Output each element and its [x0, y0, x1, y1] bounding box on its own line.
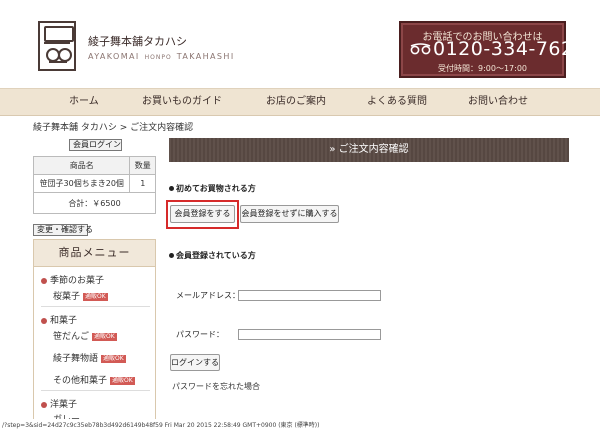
menu-divider — [41, 390, 150, 391]
nav-item-contact[interactable]: お問い合わせ — [468, 89, 528, 115]
menu-category-wagashi[interactable]: 和菓子 — [41, 313, 77, 326]
phone-handset-icon — [410, 43, 431, 55]
register-member-button[interactable]: 会員登録をする — [170, 205, 235, 223]
bullet-icon — [41, 317, 47, 324]
first-time-section-label: 初めてお買物される方 — [169, 183, 256, 194]
phone-number: 0120-334-762 — [433, 38, 574, 60]
browser-status-bar: /?step=3&sid=24d27c9c35eb78b3d492d6149b4… — [0, 419, 600, 431]
nav-item-home[interactable]: ホーム — [69, 89, 99, 115]
cart-item-qty: 1 — [129, 174, 156, 193]
global-nav: ホーム お買いものガイド お店のご案内 よくある質問 お問い合わせ — [0, 88, 600, 116]
menu-category-yogashi[interactable]: 洋菓子 — [41, 397, 77, 410]
cart-total-row: 合計：￥6500 — [33, 192, 156, 214]
site-name-roman: AYAKOMAI HONPO TAKAHASHI — [88, 52, 235, 61]
menu-item-sakura[interactable]: 桜菓子 通販OK — [53, 289, 108, 302]
shop-seal-logo[interactable] — [38, 21, 76, 71]
bullet-icon — [169, 253, 174, 258]
cart-total: 合計：￥6500 — [33, 192, 156, 214]
sidebar-login-button[interactable]: 会員ログイン — [69, 139, 122, 151]
product-menu-header: 商品メニュー — [33, 239, 156, 267]
password-label: パスワード： — [176, 330, 224, 339]
email-label: メールアドレス： — [176, 291, 240, 300]
nav-item-shopping-guide[interactable]: お買いものガイド — [142, 89, 222, 115]
roman-ayakomai: AYAKOMAI — [88, 52, 140, 61]
mail-order-badge: 通販OK — [110, 376, 135, 385]
mail-order-badge: 通販OK — [92, 332, 117, 341]
cart-col-name: 商品名 — [32, 156, 131, 175]
password-field[interactable] — [238, 329, 381, 340]
menu-item-label: その他和菓子 — [53, 376, 108, 386]
bullet-icon — [41, 277, 47, 284]
cart-item-name: 笹団子30個ちまき20個 — [32, 174, 131, 193]
cart-table: 商品名 数量 笹団子30個ちまき20個 1 合計：￥6500 — [32, 156, 156, 214]
mail-order-badge: 通販OK — [83, 292, 108, 301]
table-row: 笹団子30個ちまき20個 1 — [32, 174, 156, 193]
cart-col-qty: 数量 — [129, 156, 156, 175]
phone-hours: 受付時間：9:00～17:00 — [437, 64, 528, 73]
page-title: » ご注文内容確認 — [329, 144, 409, 155]
menu-item-other-wagashi[interactable]: その他和菓子 通販OK — [53, 373, 135, 386]
menu-item-label: 綾子舞物語 — [53, 354, 99, 364]
breadcrumb: 綾子舞本舗 タカハシ > ご注文内容確認 — [33, 123, 194, 133]
menu-item-label: 桜菓子 — [53, 292, 81, 302]
page-title-bar: » ご注文内容確認 — [169, 138, 569, 162]
product-menu: 季節のお菓子 桜菓子 通販OK 和菓子 笹だんご 通販OK 綾子舞物語 通販OK その… — [33, 267, 156, 431]
site-header: 綾子舞本舗タカハシ AYAKOMAI HONPO TAKAHASHI お電話でのお問… — [0, 0, 600, 88]
roman-takahashi: TAKAHASHI — [176, 52, 235, 61]
guest-purchase-button[interactable]: 会員登録をせずに購入する — [240, 205, 339, 223]
mail-order-badge: 通販OK — [101, 354, 126, 363]
member-section-label: 会員登録されている方 — [169, 250, 256, 261]
site-name[interactable]: 綾子舞本舗タカハシ — [88, 33, 187, 49]
status-url-text: /?step=3&sid=24d27c9c35eb78b3d492d6149b4… — [2, 422, 320, 429]
member-label-text: 会員登録されている方 — [176, 251, 256, 260]
menu-item-sasadango[interactable]: 笹だんご 通販OK — [53, 329, 117, 342]
menu-item-ayakomai-monogatari[interactable]: 綾子舞物語 通販OK — [53, 351, 126, 364]
nav-item-store-info[interactable]: お店のご案内 — [266, 89, 326, 115]
menu-category-label: 季節のお菓子 — [50, 276, 105, 286]
login-button[interactable]: ログインする — [170, 354, 220, 371]
first-time-label-text: 初めてお買物される方 — [176, 184, 256, 193]
email-field[interactable] — [238, 290, 381, 301]
roman-honpo: HONPO — [144, 54, 172, 61]
menu-category-label: 洋菓子 — [50, 400, 78, 410]
cart-change-button[interactable]: 変更・確認する — [33, 224, 93, 236]
bullet-icon — [169, 186, 174, 191]
menu-category-seasonal[interactable]: 季節のお菓子 — [41, 273, 104, 286]
cart-header-row: 商品名 数量 — [32, 156, 156, 175]
menu-item-label: 笹だんご — [53, 332, 90, 342]
product-menu-title: 商品メニュー — [58, 246, 131, 259]
menu-category-label: 和菓子 — [50, 316, 78, 326]
bullet-icon — [41, 401, 47, 408]
phone-contact-box: お電話でのお問い合わせは 0120-334-762 受付時間：9:00～17:0… — [399, 21, 573, 78]
menu-divider — [41, 306, 150, 307]
forgot-password-link[interactable]: パスワードを忘れた場合 — [172, 381, 260, 392]
nav-item-faq[interactable]: よくある質問 — [367, 89, 427, 115]
